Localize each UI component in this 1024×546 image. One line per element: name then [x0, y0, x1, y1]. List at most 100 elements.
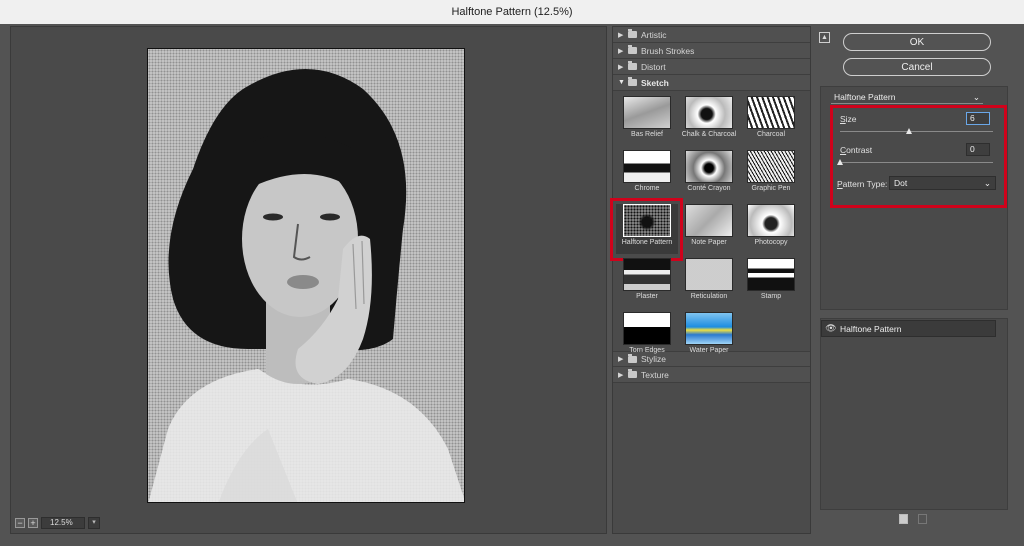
folder-icon [628, 29, 637, 38]
category-distort[interactable]: ▶ Distort [613, 59, 810, 75]
filter-preview-image [685, 312, 733, 345]
filter-label: Graphic Pen [751, 185, 791, 192]
preview-panel[interactable]: − + 12.5% ▾ [10, 26, 607, 534]
zoom-out-button[interactable]: − [15, 518, 25, 528]
contrast-slider-handle[interactable] [837, 159, 843, 165]
chevron-right-icon: ▶ [618, 47, 624, 55]
size-label: Size [840, 114, 857, 124]
zoom-in-button[interactable]: + [28, 518, 38, 528]
filter-preview-image [685, 258, 733, 291]
filter-thumb-chrome[interactable]: Chrome [616, 150, 678, 200]
category-artistic[interactable]: ▶ Artistic [613, 27, 810, 43]
category-label: Texture [641, 369, 669, 380]
selection-highlight-box [610, 198, 683, 261]
collapse-gallery-icon[interactable]: ▲ [819, 32, 830, 43]
category-label: Brush Strokes [641, 45, 695, 56]
pattern-type-select[interactable]: Dot ⌄ [889, 176, 996, 190]
filter-thumb-chalk-charcoal[interactable]: Chalk & Charcoal [678, 96, 740, 146]
filter-label: Note Paper [691, 239, 727, 246]
filter-thumb-note-paper[interactable]: Note Paper [678, 204, 740, 254]
chevron-right-icon: ▶ [618, 31, 624, 39]
contrast-slider-track[interactable] [840, 162, 993, 163]
folder-icon [628, 353, 637, 363]
filter-thumb-bas-relief[interactable]: Bas Relief [616, 96, 678, 146]
filter-thumb-reticulation[interactable]: Reticulation [678, 258, 740, 308]
folder-icon [628, 369, 637, 378]
filter-preview-image [623, 312, 671, 345]
filter-preview-image [623, 96, 671, 129]
filter-thumb-stamp[interactable]: Stamp [740, 258, 802, 308]
filter-thumb-halftone-pattern[interactable]: Halftone Pattern [610, 198, 683, 261]
chevron-right-icon: ▶ [618, 63, 624, 71]
filter-preview-image [623, 258, 671, 291]
zoom-controls: − + 12.5% ▾ [15, 517, 100, 529]
cancel-button[interactable]: Cancel [843, 58, 991, 76]
portrait-image [148, 69, 464, 502]
filter-preview-image [685, 204, 733, 237]
size-input[interactable]: 6 [966, 112, 990, 125]
filter-label: Conté Crayon [687, 185, 731, 192]
category-texture[interactable]: ▶ Texture [613, 367, 810, 383]
filter-preview-image [747, 96, 795, 129]
window-titlebar: Halftone Pattern (12.5%) [0, 0, 1024, 24]
filter-preview-image [623, 150, 671, 183]
filter-label: Stamp [760, 293, 782, 300]
filter-label: Bas Relief [631, 131, 663, 138]
filter-label: Water Paper [689, 347, 729, 354]
filter-select-value: Halftone Pattern [834, 92, 896, 102]
eye-icon[interactable]: 👁 [822, 323, 840, 334]
settings-panel: ▲ OK Cancel Halftone Pattern ⌄ Size 6 Co… [819, 26, 1015, 534]
folder-icon [628, 45, 637, 54]
filter-label: Reticulation [690, 293, 728, 300]
filter-thumb-plaster[interactable]: Plaster [616, 258, 678, 308]
chevron-right-icon: ▶ [618, 371, 624, 379]
category-sketch[interactable]: ▼ Sketch [613, 75, 810, 91]
preview-canvas[interactable] [147, 48, 465, 503]
contrast-label: Contrast [840, 145, 873, 155]
layer-actions [899, 514, 927, 524]
size-slider-track[interactable] [840, 131, 993, 132]
filter-thumb-graphic-pen[interactable]: Graphic Pen [740, 150, 802, 200]
filter-thumb-charcoal[interactable]: Charcoal [740, 96, 802, 146]
folder-icon [628, 61, 637, 70]
filter-preview-image [747, 150, 795, 183]
pattern-type-label: Pattern Type: [837, 179, 888, 189]
chevron-down-icon: ⌄ [983, 177, 991, 188]
filter-thumb-photocopy[interactable]: Photocopy [740, 204, 802, 254]
ok-button[interactable]: OK [843, 33, 991, 51]
filter-preview-image [747, 204, 795, 237]
filter-thumb-torn-edges[interactable]: Torn Edges [616, 312, 678, 362]
effect-layer-row[interactable]: 👁 Halftone Pattern [821, 320, 996, 337]
filter-gallery: ▶ Artistic ▶ Brush Strokes ▶ Distort ▼ S… [610, 26, 811, 534]
filter-label: Torn Edges [629, 347, 665, 354]
category-label: Artistic [641, 29, 667, 40]
filter-thumb-water-paper[interactable]: Water Paper [678, 312, 740, 362]
contrast-input[interactable]: 0 [966, 143, 990, 156]
filter-label: Chalk & Charcoal [681, 131, 737, 138]
filter-preview-image [685, 96, 733, 129]
filter-label: Photocopy [754, 239, 788, 246]
chevron-down-icon: ▼ [618, 79, 625, 86]
effect-layer-label: Halftone Pattern [840, 323, 902, 334]
filter-select-dropdown[interactable]: Halftone Pattern ⌄ [831, 91, 983, 104]
filter-preview-image [747, 258, 795, 291]
effect-layers-panel: 👁 Halftone Pattern [820, 318, 1008, 510]
category-label: Distort [641, 61, 666, 72]
zoom-dropdown-button[interactable]: ▾ [88, 517, 100, 529]
filter-options-panel: Halftone Pattern ⌄ Size 6 Contrast 0 Pat… [820, 86, 1008, 310]
filter-preview-image [685, 150, 733, 183]
filter-label: Charcoal [756, 131, 785, 138]
zoom-level-field[interactable]: 12.5% [41, 517, 85, 529]
filter-thumb-conte-crayon[interactable]: Conté Crayon [678, 150, 740, 200]
size-slider-handle[interactable] [906, 128, 912, 134]
new-effect-layer-icon[interactable] [899, 514, 908, 524]
category-brush-strokes[interactable]: ▶ Brush Strokes [613, 43, 810, 59]
pattern-type-value: Dot [894, 178, 908, 188]
filter-label: Chrome [634, 185, 660, 192]
folder-open-icon [628, 77, 637, 86]
trash-icon[interactable] [918, 514, 927, 524]
chevron-down-icon: ⌄ [972, 91, 980, 102]
sketch-filter-grid: Bas Relief Chalk & Charcoal Charcoal Chr… [610, 91, 810, 354]
window-title: Halftone Pattern (12.5%) [451, 6, 573, 18]
category-label: Sketch [641, 77, 669, 88]
